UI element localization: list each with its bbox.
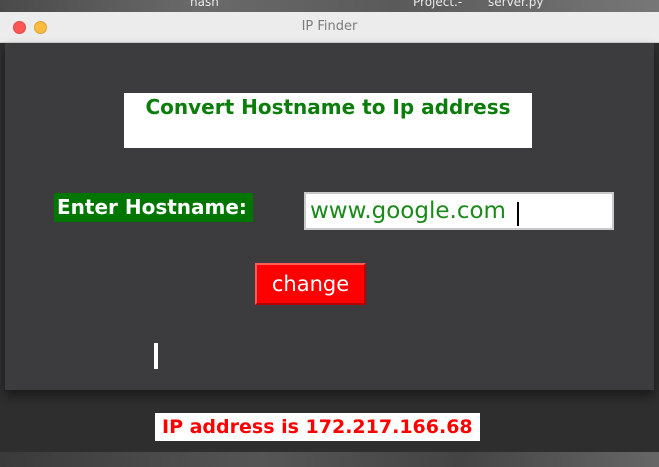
heading-panel: Convert Hostname to Ip address — [124, 93, 532, 148]
desktop-background-top: hash Project.- server.py — [0, 0, 659, 12]
window-title: IP Finder — [301, 19, 358, 34]
desktop-background-bottom — [0, 452, 659, 467]
window-content: Convert Hostname to Ip address Enter Hos… — [5, 43, 654, 390]
ip-result-label: IP address is 172.217.166.68 — [155, 413, 480, 441]
hostname-input[interactable] — [304, 192, 614, 230]
change-button[interactable]: change — [255, 263, 366, 305]
text-caret — [517, 202, 519, 226]
window-titlebar[interactable]: IP Finder — [0, 12, 659, 43]
page-title: Convert Hostname to Ip address — [145, 95, 511, 119]
text-cursor-mark — [154, 343, 158, 369]
desktop-file-label: Project.- — [413, 0, 463, 9]
desktop-file-label: server.py — [488, 0, 544, 9]
desktop-file-label: hash — [190, 0, 219, 9]
hostname-label: Enter Hostname: — [54, 193, 253, 222]
